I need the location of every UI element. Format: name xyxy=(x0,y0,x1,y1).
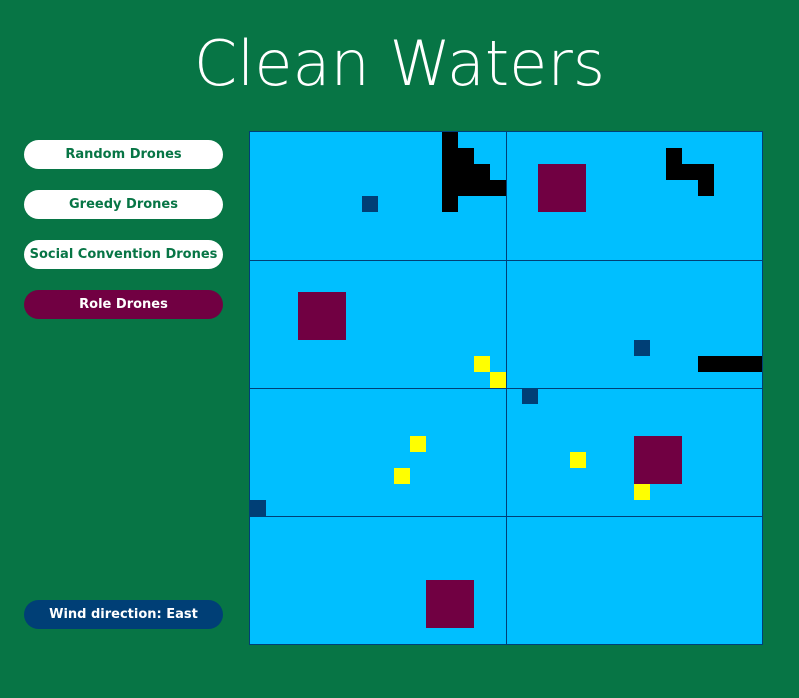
sector-divider-horizontal xyxy=(250,388,762,389)
obstacle-cell xyxy=(458,148,474,196)
drone-cell xyxy=(634,340,650,356)
pollution-cell xyxy=(634,484,650,500)
obstacle-cell xyxy=(682,164,714,180)
obstacle-cell xyxy=(474,164,490,196)
obstacle-cell xyxy=(490,180,506,196)
greedy-drones-button[interactable]: Greedy Drones xyxy=(24,190,223,219)
obstacle-cell xyxy=(698,356,762,372)
random-drones-button[interactable]: Random Drones xyxy=(24,140,223,169)
social-convention-drones-button[interactable]: Social Convention Drones xyxy=(24,240,223,269)
base-station xyxy=(634,436,682,484)
app-title: Clean Waters xyxy=(193,27,606,100)
pollution-cell xyxy=(474,356,490,372)
obstacle-cell xyxy=(442,132,458,212)
base-station xyxy=(426,580,474,628)
obstacle-cell xyxy=(666,148,682,180)
simulation-grid xyxy=(249,131,763,645)
wind-direction-button[interactable]: Wind direction: East xyxy=(24,600,223,629)
drone-cell xyxy=(522,388,538,404)
pollution-cell xyxy=(570,452,586,468)
pollution-cell xyxy=(490,372,506,388)
base-station xyxy=(538,164,586,212)
role-drones-button[interactable]: Role Drones xyxy=(24,290,223,319)
drone-cell xyxy=(250,500,266,516)
pollution-cell xyxy=(410,436,426,452)
obstacle-cell xyxy=(698,180,714,196)
base-station xyxy=(298,292,346,340)
pollution-cell xyxy=(394,468,410,484)
sector-divider-horizontal xyxy=(250,260,762,261)
sector-divider-horizontal xyxy=(250,516,762,517)
drone-cell xyxy=(362,196,378,212)
